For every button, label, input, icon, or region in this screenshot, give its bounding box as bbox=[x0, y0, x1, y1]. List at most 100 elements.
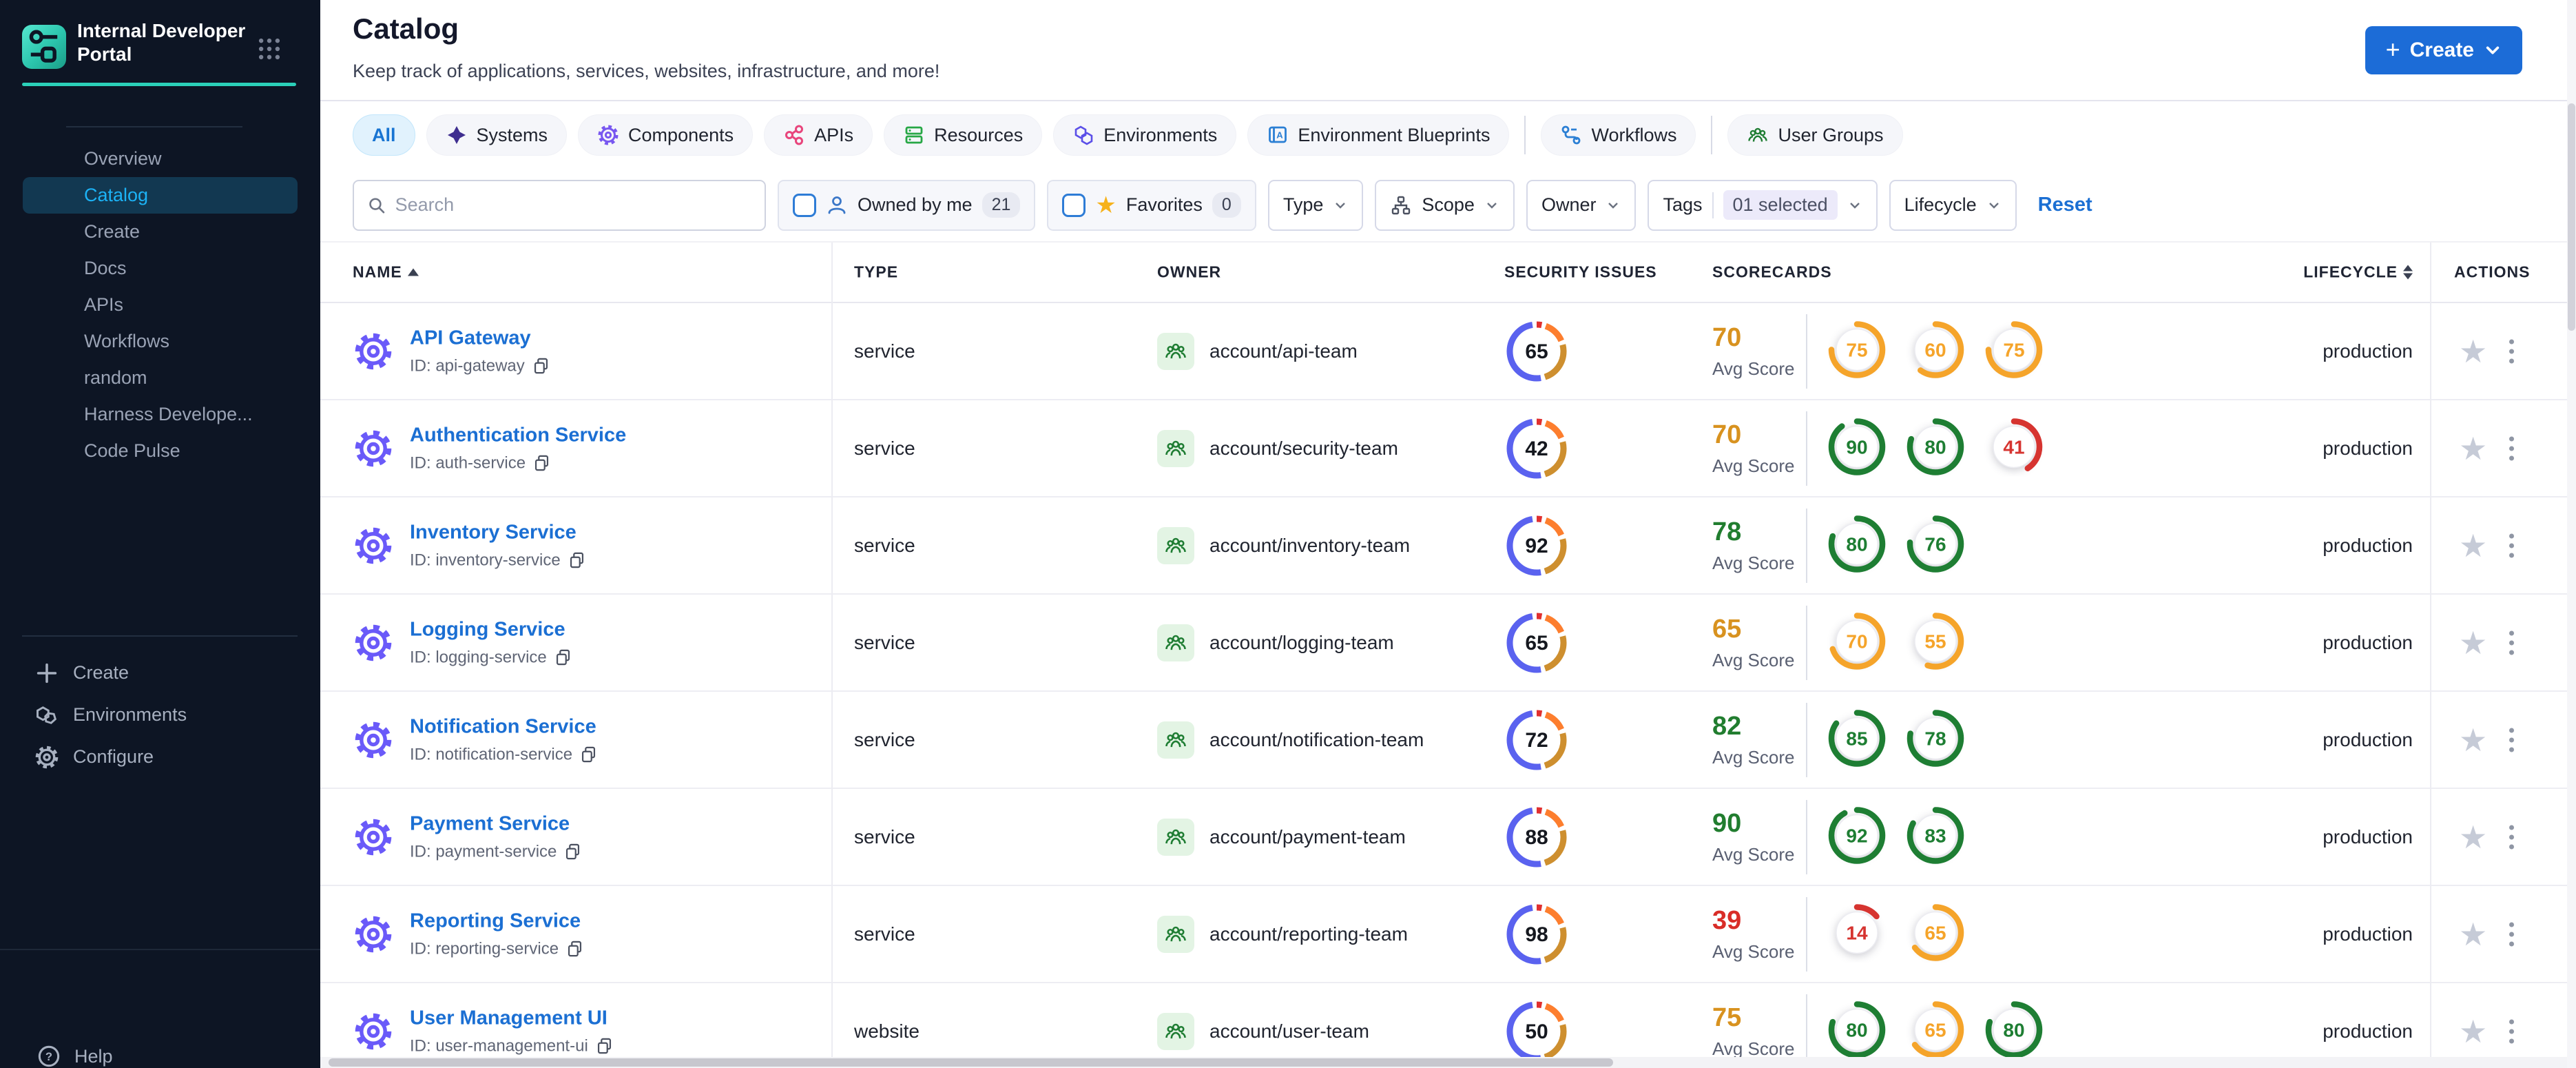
sidebar-item-docs[interactable]: Docs bbox=[23, 250, 298, 287]
entity-name-link[interactable]: API Gateway bbox=[410, 327, 550, 349]
owner-group-icon bbox=[1157, 1012, 1194, 1050]
row-menu-button[interactable] bbox=[2505, 529, 2518, 562]
sidebar-item-harness-develope-[interactable]: Harness Develope... bbox=[23, 396, 298, 433]
tab-systems[interactable]: Systems bbox=[426, 114, 568, 156]
entity-name-link[interactable]: User Management UI bbox=[410, 1007, 614, 1029]
type-dropdown[interactable]: Type bbox=[1267, 179, 1364, 231]
favorites-checkbox[interactable] bbox=[1062, 193, 1086, 217]
entity-id: ID: logging-service bbox=[410, 648, 572, 667]
row-menu-button[interactable] bbox=[2505, 432, 2518, 464]
entity-name-link[interactable]: Payment Service bbox=[410, 812, 582, 835]
favorite-star-button[interactable]: ★ bbox=[2459, 918, 2487, 950]
column-header-name[interactable]: NAME bbox=[353, 263, 419, 282]
copy-icon[interactable] bbox=[565, 940, 584, 958]
sidebar-item-help[interactable]: ? Help bbox=[0, 1043, 320, 1068]
tab-all[interactable]: All bbox=[353, 114, 415, 156]
search-input[interactable] bbox=[395, 194, 752, 216]
tags-dropdown[interactable]: Tags 01 selected bbox=[1648, 179, 1878, 231]
svg-text:55: 55 bbox=[1924, 630, 1946, 652]
favorite-star-button[interactable]: ★ bbox=[2459, 627, 2487, 659]
vertical-scrollbar[interactable] bbox=[2567, 0, 2576, 1068]
entity-type: service bbox=[854, 631, 915, 653]
horizontal-scrollbar-thumb[interactable] bbox=[329, 1058, 1613, 1067]
sidebar-item-random[interactable]: random bbox=[23, 360, 298, 396]
avg-score-block: 70 Avg Score bbox=[1712, 322, 1795, 379]
lifecycle-dropdown[interactable]: Lifecycle bbox=[1889, 179, 2017, 231]
owned-by-me-checkbox[interactable] bbox=[793, 193, 816, 217]
favorite-star-button[interactable]: ★ bbox=[2459, 1016, 2487, 1047]
create-button[interactable]: + Create bbox=[2365, 26, 2522, 74]
entity-name-link[interactable]: Notification Service bbox=[410, 715, 598, 738]
security-issues-donut: 98 bbox=[1504, 901, 1570, 967]
tab-environments[interactable]: Environments bbox=[1053, 114, 1237, 156]
sidebar-nav: Overview Catalog Create Docs APIs Workflows ra… bbox=[0, 141, 320, 469]
app-grid-icon[interactable] bbox=[256, 36, 282, 62]
lifecycle-value: production bbox=[2323, 1020, 2413, 1042]
star-icon: ★ bbox=[1095, 192, 1116, 218]
row-menu-button[interactable] bbox=[2505, 918, 2518, 950]
column-header-lifecycle[interactable]: LIFECYCLE bbox=[2303, 263, 2413, 282]
tab-environment-blueprints[interactable]: A Environment Blueprints bbox=[1247, 114, 1510, 156]
sidebar-item-apis[interactable]: APIs bbox=[23, 287, 298, 323]
tab-apis[interactable]: APIs bbox=[764, 114, 873, 156]
favorites-count: 0 bbox=[1212, 192, 1241, 218]
tab-workflows[interactable]: Workflows bbox=[1541, 114, 1696, 156]
entity-name-link[interactable]: Reporting Service bbox=[410, 910, 584, 932]
reset-filters-button[interactable]: Reset bbox=[2038, 194, 2092, 216]
svg-text:A: A bbox=[1277, 130, 1284, 141]
tab-user-groups[interactable]: User Groups bbox=[1727, 114, 1903, 156]
sidebar-item-workflows[interactable]: Workflows bbox=[23, 323, 298, 360]
entity-name-link[interactable]: Inventory Service bbox=[410, 521, 586, 544]
lifecycle-value: production bbox=[2323, 923, 2413, 945]
scorecard-rings: 70 55 bbox=[1827, 611, 1965, 674]
favorite-star-button[interactable]: ★ bbox=[2459, 530, 2487, 562]
sidebar-bottom-item-create[interactable]: Create bbox=[0, 652, 320, 694]
row-menu-button[interactable] bbox=[2505, 723, 2518, 756]
entity-name-link[interactable]: Authentication Service bbox=[410, 424, 626, 446]
owner-group-icon bbox=[1157, 915, 1194, 953]
copy-icon[interactable] bbox=[532, 357, 550, 376]
horizontal-scrollbar[interactable] bbox=[320, 1057, 2576, 1068]
svg-text:83: 83 bbox=[1924, 825, 1946, 846]
sidebar-bottom-item-configure[interactable]: Configure bbox=[0, 736, 320, 778]
lifecycle-dropdown-label: Lifecycle bbox=[1904, 194, 1977, 215]
sidebar-item-catalog[interactable]: Catalog bbox=[23, 177, 298, 214]
avg-score-block: 90 Avg Score bbox=[1712, 808, 1795, 865]
plus-icon: + bbox=[2385, 34, 2400, 63]
favorite-star-button[interactable]: ★ bbox=[2459, 724, 2487, 756]
sidebar-bottom-item-environments[interactable]: Environments bbox=[0, 694, 320, 736]
copy-icon[interactable] bbox=[563, 843, 582, 861]
copy-icon[interactable] bbox=[532, 454, 551, 473]
tab-resources[interactable]: Resources bbox=[884, 114, 1043, 156]
scorecard-rings: 80 76 bbox=[1827, 514, 1965, 577]
entity-name-link[interactable]: Logging Service bbox=[410, 618, 572, 641]
scope-dropdown[interactable]: Scope bbox=[1375, 179, 1515, 231]
row-menu-button[interactable] bbox=[2505, 1015, 2518, 1047]
favorite-star-button[interactable]: ★ bbox=[2459, 336, 2487, 367]
sidebar-item-create[interactable]: Create bbox=[23, 214, 298, 250]
favorite-star-button[interactable]: ★ bbox=[2459, 433, 2487, 464]
person-icon bbox=[828, 196, 846, 214]
row-menu-button[interactable] bbox=[2505, 821, 2518, 853]
favorite-star-button[interactable]: ★ bbox=[2459, 821, 2487, 853]
vertical-scrollbar-thumb[interactable] bbox=[2568, 103, 2575, 331]
copy-icon[interactable] bbox=[568, 551, 586, 570]
sidebar-item-code-pulse[interactable]: Code Pulse bbox=[23, 433, 298, 469]
owner-dropdown[interactable]: Owner bbox=[1526, 179, 1637, 231]
copy-icon[interactable] bbox=[554, 648, 572, 667]
copy-icon[interactable] bbox=[595, 1037, 614, 1056]
scorecard-ring: 80 bbox=[1827, 1000, 1887, 1062]
scorecard-ring: 14 bbox=[1827, 903, 1887, 965]
search-input-wrapper[interactable] bbox=[353, 179, 766, 231]
row-menu-button[interactable] bbox=[2505, 335, 2518, 367]
owned-by-me-count: 21 bbox=[981, 192, 1021, 218]
row-menu-button[interactable] bbox=[2505, 626, 2518, 659]
tab-components[interactable]: Components bbox=[578, 114, 754, 156]
app-logo-icon bbox=[22, 25, 66, 69]
favorites-filter[interactable]: ★ Favorites 0 bbox=[1047, 179, 1256, 231]
column-divider-name bbox=[831, 243, 833, 1068]
sidebar-item-overview[interactable]: Overview bbox=[23, 141, 298, 177]
copy-icon[interactable] bbox=[579, 746, 598, 764]
owned-by-me-filter[interactable]: Owned by me 21 bbox=[778, 179, 1036, 231]
scorecard-ring: 75 bbox=[1827, 320, 1887, 382]
